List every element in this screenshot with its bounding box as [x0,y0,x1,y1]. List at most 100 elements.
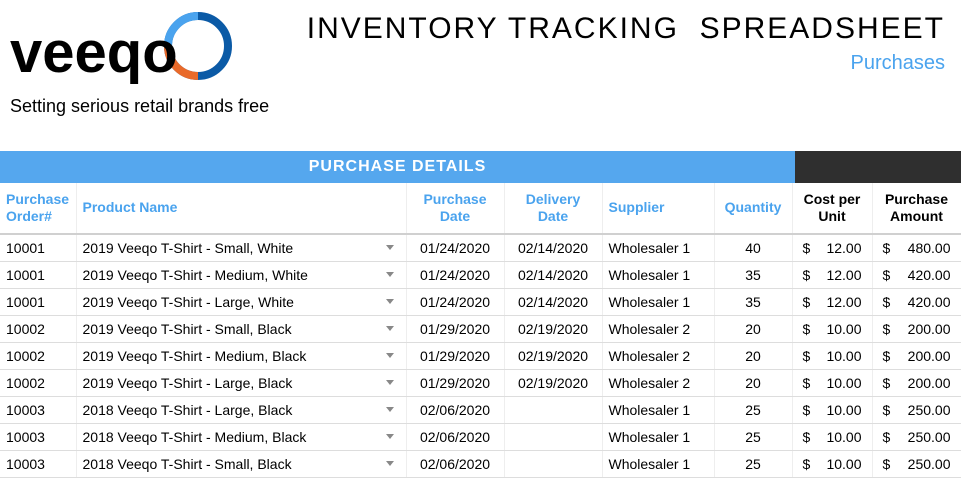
cell-order[interactable]: 10001 [0,288,76,315]
cell-product[interactable]: 2018 Veeqo T-Shirt - Large, Black [76,396,406,423]
cell-product[interactable]: 2018 Veeqo T-Shirt - Small, Black [76,450,406,477]
dropdown-caret-icon[interactable] [386,380,394,385]
cell-supplier[interactable]: Wholesaler 2 [602,369,714,396]
cell-pdate[interactable]: 02/06/2020 [406,423,504,450]
cell-ddate[interactable] [504,396,602,423]
cell-supplier[interactable]: Wholesaler 1 [602,423,714,450]
cell-supplier[interactable]: Wholesaler 1 [602,234,714,262]
cell-order[interactable]: 10002 [0,369,76,396]
cell-amount[interactable]: $250.00 [872,423,961,450]
currency-symbol: $ [803,321,811,337]
dropdown-caret-icon[interactable] [386,434,394,439]
dropdown-caret-icon[interactable] [386,461,394,466]
cell-supplier[interactable]: Wholesaler 2 [602,315,714,342]
section-bar-dark [795,151,961,183]
cell-pdate[interactable]: 01/29/2020 [406,315,504,342]
cell-order[interactable]: 10003 [0,396,76,423]
veeqo-logo-icon: veeqo [10,12,240,92]
cell-supplier[interactable]: Wholesaler 1 [602,261,714,288]
cell-qty[interactable]: 25 [714,396,792,423]
cell-qty[interactable]: 25 [714,450,792,477]
cell-cpu[interactable]: $10.00 [792,342,872,369]
cell-order[interactable]: 10001 [0,234,76,262]
cell-pdate[interactable]: 02/06/2020 [406,396,504,423]
page: veeqo Setting serious retail brands free… [0,0,961,478]
cell-cpu[interactable]: $12.00 [792,261,872,288]
cell-qty[interactable]: 35 [714,261,792,288]
cell-cpu[interactable]: $10.00 [792,396,872,423]
product-name-text: 2018 Veeqo T-Shirt - Large, Black [83,402,293,418]
cell-qty[interactable]: 20 [714,315,792,342]
currency-symbol: $ [803,348,811,364]
currency-symbol: $ [883,402,891,418]
cell-pdate[interactable]: 02/06/2020 [406,450,504,477]
cell-pdate[interactable]: 01/29/2020 [406,369,504,396]
product-name-text: 2019 Veeqo T-Shirt - Medium, White [83,267,308,283]
cell-pdate[interactable]: 01/24/2020 [406,288,504,315]
cell-order[interactable]: 10002 [0,315,76,342]
product-name-text: 2019 Veeqo T-Shirt - Medium, Black [83,348,307,364]
currency-symbol: $ [883,375,891,391]
cell-cpu[interactable]: $12.00 [792,288,872,315]
currency-symbol: $ [803,267,811,283]
cell-pdate[interactable]: 01/24/2020 [406,261,504,288]
cell-amount[interactable]: $250.00 [872,450,961,477]
dropdown-caret-icon[interactable] [386,326,394,331]
cell-cpu[interactable]: $10.00 [792,369,872,396]
header: veeqo Setting serious retail brands free… [0,0,961,117]
cell-product[interactable]: 2019 Veeqo T-Shirt - Medium, Black [76,342,406,369]
cell-product[interactable]: 2019 Veeqo T-Shirt - Large, White [76,288,406,315]
cell-qty[interactable]: 35 [714,288,792,315]
amount-value: 250.00 [908,456,951,472]
cell-order[interactable]: 10003 [0,450,76,477]
cell-ddate[interactable]: 02/19/2020 [504,342,602,369]
cell-amount[interactable]: $420.00 [872,288,961,315]
cell-cpu[interactable]: $12.00 [792,234,872,262]
cpu-value: 10.00 [826,348,861,364]
dropdown-caret-icon[interactable] [386,245,394,250]
cell-qty[interactable]: 20 [714,342,792,369]
cell-supplier[interactable]: Wholesaler 1 [602,288,714,315]
cell-pdate[interactable]: 01/24/2020 [406,234,504,262]
cell-ddate[interactable]: 02/19/2020 [504,315,602,342]
amount-value: 420.00 [908,267,951,283]
cell-ddate[interactable] [504,450,602,477]
cell-supplier[interactable]: Wholesaler 1 [602,450,714,477]
cell-ddate[interactable]: 02/19/2020 [504,369,602,396]
cell-cpu[interactable]: $10.00 [792,423,872,450]
cell-product[interactable]: 2018 Veeqo T-Shirt - Medium, Black [76,423,406,450]
cell-supplier[interactable]: Wholesaler 1 [602,396,714,423]
cpu-value: 12.00 [826,267,861,283]
cell-pdate[interactable]: 01/29/2020 [406,342,504,369]
cell-ddate[interactable] [504,423,602,450]
cell-qty[interactable]: 40 [714,234,792,262]
currency-symbol: $ [883,429,891,445]
cell-ddate[interactable]: 02/14/2020 [504,261,602,288]
cell-supplier[interactable]: Wholesaler 2 [602,342,714,369]
cell-cpu[interactable]: $10.00 [792,450,872,477]
cell-ddate[interactable]: 02/14/2020 [504,234,602,262]
cell-amount[interactable]: $200.00 [872,315,961,342]
cell-amount[interactable]: $480.00 [872,234,961,262]
cell-amount[interactable]: $250.00 [872,396,961,423]
cell-qty[interactable]: 25 [714,423,792,450]
cell-qty[interactable]: 20 [714,369,792,396]
dropdown-caret-icon[interactable] [386,299,394,304]
dropdown-caret-icon[interactable] [386,407,394,412]
cell-product[interactable]: 2019 Veeqo T-Shirt - Large, Black [76,369,406,396]
cell-amount[interactable]: $420.00 [872,261,961,288]
page-title: INVENTORY TRACKING SPREADSHEET [307,12,945,46]
cell-amount[interactable]: $200.00 [872,342,961,369]
cell-product[interactable]: 2019 Veeqo T-Shirt - Small, White [76,234,406,262]
cell-product[interactable]: 2019 Veeqo T-Shirt - Medium, White [76,261,406,288]
dropdown-caret-icon[interactable] [386,272,394,277]
cell-order[interactable]: 10001 [0,261,76,288]
cell-ddate[interactable]: 02/14/2020 [504,288,602,315]
currency-symbol: $ [883,321,891,337]
dropdown-caret-icon[interactable] [386,353,394,358]
cell-order[interactable]: 10002 [0,342,76,369]
cell-cpu[interactable]: $10.00 [792,315,872,342]
cell-amount[interactable]: $200.00 [872,369,961,396]
cell-order[interactable]: 10003 [0,423,76,450]
cell-product[interactable]: 2019 Veeqo T-Shirt - Small, Black [76,315,406,342]
